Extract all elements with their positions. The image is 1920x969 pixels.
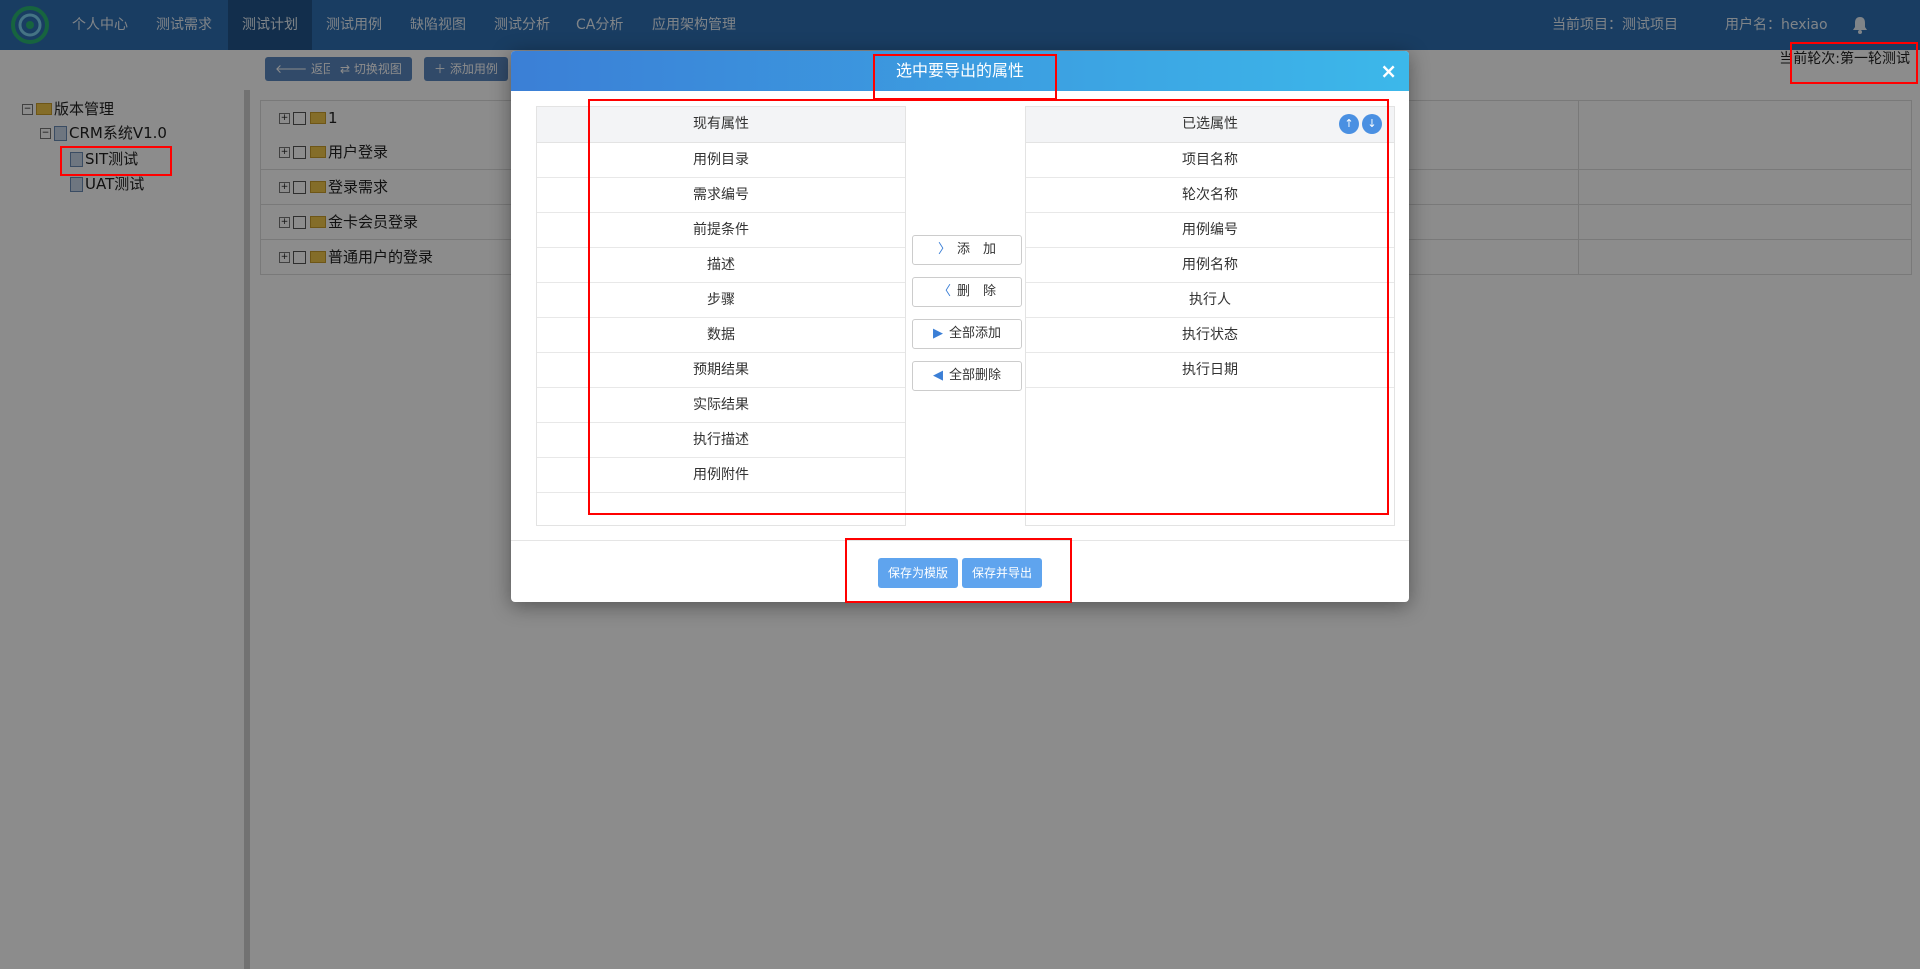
annotation-box-round <box>1790 42 1918 84</box>
annotation-box-lists <box>588 99 1389 515</box>
annotation-box-footer <box>845 538 1072 603</box>
close-icon[interactable]: × <box>1380 59 1397 83</box>
annotation-box-title <box>873 54 1057 100</box>
annotation-box-sit <box>60 146 172 176</box>
